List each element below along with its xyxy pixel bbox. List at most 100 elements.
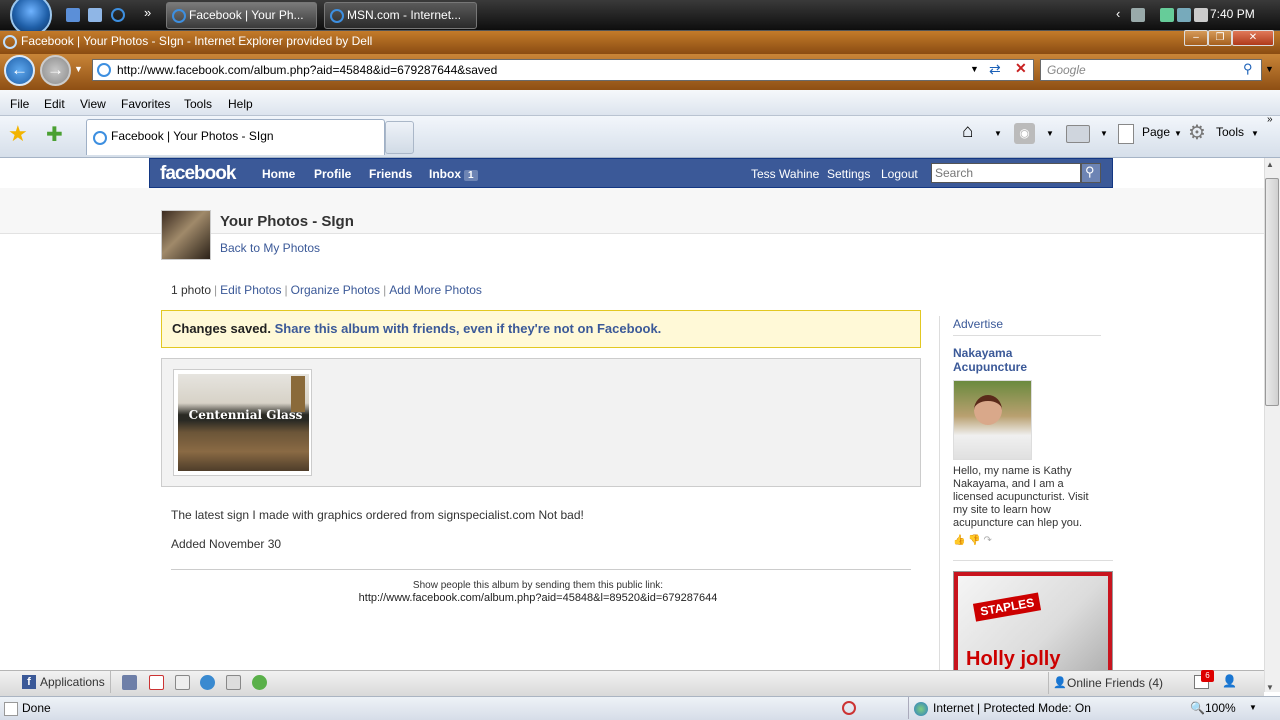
tab-facebook[interactable]: Facebook | Your Photos - SIgn [86, 119, 385, 155]
changes-saved-text: Changes saved. [172, 321, 271, 336]
ad-rating-icons[interactable]: 👍 👎 ↷ [953, 535, 992, 546]
page-menu[interactable]: Page [1142, 125, 1170, 139]
public-link[interactable]: http://www.facebook.com/album.php?aid=45… [171, 592, 905, 604]
search-icon[interactable]: ⚲ [1243, 61, 1253, 77]
page-icon [97, 63, 111, 77]
menu-view[interactable]: View [80, 97, 106, 111]
new-tab-button[interactable] [385, 121, 414, 154]
menu-file[interactable]: File [10, 97, 29, 111]
stop-icon[interactable]: ✕ [1015, 60, 1027, 77]
public-link-prompt: Show people this album by sending them t… [412, 580, 664, 591]
taskbar-clock[interactable]: 7:40 PM [1210, 7, 1255, 21]
chat-bubble-icon[interactable] [252, 675, 267, 690]
share-album-link[interactable]: Share this album with friends, even if t… [275, 321, 662, 336]
online-friends-button[interactable]: 👤 Online Friends (4) [1048, 672, 1185, 694]
menu-help[interactable]: Help [228, 97, 253, 111]
applications-button[interactable]: f Applications [22, 675, 105, 689]
facebook-search-input[interactable]: Search [931, 163, 1081, 183]
search-placeholder: Google [1047, 63, 1086, 77]
divider [110, 671, 111, 693]
minimize-button[interactable]: – [1184, 30, 1208, 46]
photo-image[interactable]: Centennial Glass [178, 374, 309, 471]
print-chevron-icon[interactable]: ▼ [1100, 129, 1108, 138]
profile-avatar[interactable] [161, 210, 211, 260]
battery-icon[interactable] [1160, 8, 1174, 22]
add-more-photos-link[interactable]: Add More Photos [389, 283, 482, 297]
refresh-icon[interactable]: ⇄ [989, 61, 1001, 78]
tray-expand-icon[interactable]: ‹ [1116, 6, 1120, 21]
settings-link[interactable]: Settings [827, 167, 870, 181]
staples-headline: Holly jolly [966, 648, 1061, 670]
ad-text: Hello, my name is Kathy Nakayama, and I … [953, 465, 1089, 529]
feeds-chevron-icon[interactable]: ▼ [1046, 129, 1054, 138]
network-icon[interactable] [1131, 8, 1145, 22]
print-icon[interactable] [1066, 125, 1090, 143]
home-chevron-icon[interactable]: ▼ [994, 129, 1002, 138]
user-name-link[interactable]: Tess Wahine [751, 167, 819, 181]
forward-button[interactable]: → [40, 55, 71, 86]
facebook-search-button[interactable]: ⚲ [1081, 163, 1101, 183]
events-app-icon[interactable] [149, 675, 164, 690]
ie-icon [330, 9, 344, 23]
taskbar-item-facebook[interactable]: Facebook | Your Ph... [166, 2, 317, 29]
edit-photos-link[interactable]: Edit Photos [220, 283, 281, 297]
ad-image[interactable] [953, 380, 1032, 460]
scroll-down-arrow-icon[interactable]: ▼ [1266, 683, 1274, 692]
recent-pages-chevron-icon[interactable]: ▼ [74, 64, 83, 74]
address-bar[interactable]: http://www.facebook.com/album.php?aid=45… [92, 59, 1034, 81]
page-viewport: facebook Home Profile Friends Inbox 1 Tes… [0, 158, 1264, 670]
tools-menu[interactable]: Tools [1216, 125, 1244, 139]
quicklaunch-overflow[interactable]: » [144, 5, 151, 20]
security-zone[interactable]: Internet | Protected Mode: On [933, 696, 1091, 720]
facebook-logo[interactable]: facebook [160, 163, 236, 185]
back-to-my-photos-link[interactable]: Back to My Photos [220, 241, 320, 255]
chat-status-icon[interactable]: 👤 [1222, 674, 1237, 688]
photo-thumbnail[interactable]: Centennial Glass [173, 369, 312, 476]
menu-favorites[interactable]: Favorites [121, 97, 170, 111]
scroll-up-arrow-icon[interactable]: ▲ [1266, 160, 1274, 169]
zoom-chevron-icon[interactable]: ▼ [1249, 703, 1257, 712]
internet-explorer-quicklaunch-icon[interactable] [111, 8, 125, 22]
nav-friends[interactable]: Friends [369, 167, 412, 181]
feeds-icon[interactable]: ◉ [1014, 123, 1035, 144]
sync-icon[interactable] [1177, 8, 1191, 22]
restore-button[interactable]: ❐ [1208, 30, 1232, 46]
taskbar-item-msn[interactable]: MSN.com - Internet... [324, 2, 477, 29]
toolbar-overflow-icon[interactable]: » [1267, 114, 1273, 125]
nav-inbox[interactable]: Inbox 1 [429, 167, 478, 181]
back-button[interactable]: ← [4, 55, 35, 86]
advertise-link[interactable]: Advertise [953, 317, 1101, 336]
album-actions: 1 photo | Edit Photos | Organize Photos | Add … [171, 283, 482, 297]
menu-edit[interactable]: Edit [44, 97, 65, 111]
photos-app-icon[interactable] [226, 675, 241, 690]
show-desktop-icon[interactable] [66, 8, 80, 22]
home-icon[interactable]: ⌂ [962, 121, 973, 143]
nav-home[interactable]: Home [262, 167, 295, 181]
ad-title[interactable]: Nakayama Acupuncture [953, 346, 1043, 374]
zoom-icon[interactable]: 🔍 [1190, 696, 1205, 720]
organize-photos-link[interactable]: Organize Photos [291, 283, 380, 297]
favorites-center-star-icon[interactable]: ★ [8, 121, 28, 147]
zoom-level[interactable]: 100% [1205, 696, 1236, 720]
search-box[interactable]: Google [1040, 59, 1262, 81]
notes-app-icon[interactable] [175, 675, 190, 690]
links-app-icon[interactable] [200, 675, 215, 690]
switch-windows-icon[interactable] [88, 8, 102, 22]
page-icon[interactable] [1118, 124, 1134, 144]
logout-link[interactable]: Logout [881, 167, 918, 181]
address-dropdown-chevron-icon[interactable]: ▼ [970, 64, 979, 74]
staples-ad-banner[interactable]: STAPLES Holly jolly [953, 571, 1113, 670]
popup-blocker-icon[interactable] [842, 701, 856, 715]
tools-chevron-icon[interactable]: ▼ [1251, 129, 1259, 138]
taskbar-item-label: Facebook | Your Ph... [189, 8, 304, 22]
search-options-chevron-icon[interactable]: ▼ [1265, 64, 1274, 74]
add-favorites-star-icon[interactable]: ✚ [46, 122, 63, 147]
menu-tools[interactable]: Tools [184, 97, 212, 111]
nav-profile[interactable]: Profile [314, 167, 351, 181]
close-window-button[interactable]: ✕ [1232, 30, 1274, 46]
friends-app-icon[interactable] [122, 675, 137, 690]
volume-icon[interactable] [1194, 8, 1208, 22]
page-chevron-icon[interactable]: ▼ [1174, 129, 1182, 138]
gear-icon[interactable]: ⚙ [1188, 120, 1206, 145]
scrollbar-thumb[interactable] [1265, 178, 1279, 406]
